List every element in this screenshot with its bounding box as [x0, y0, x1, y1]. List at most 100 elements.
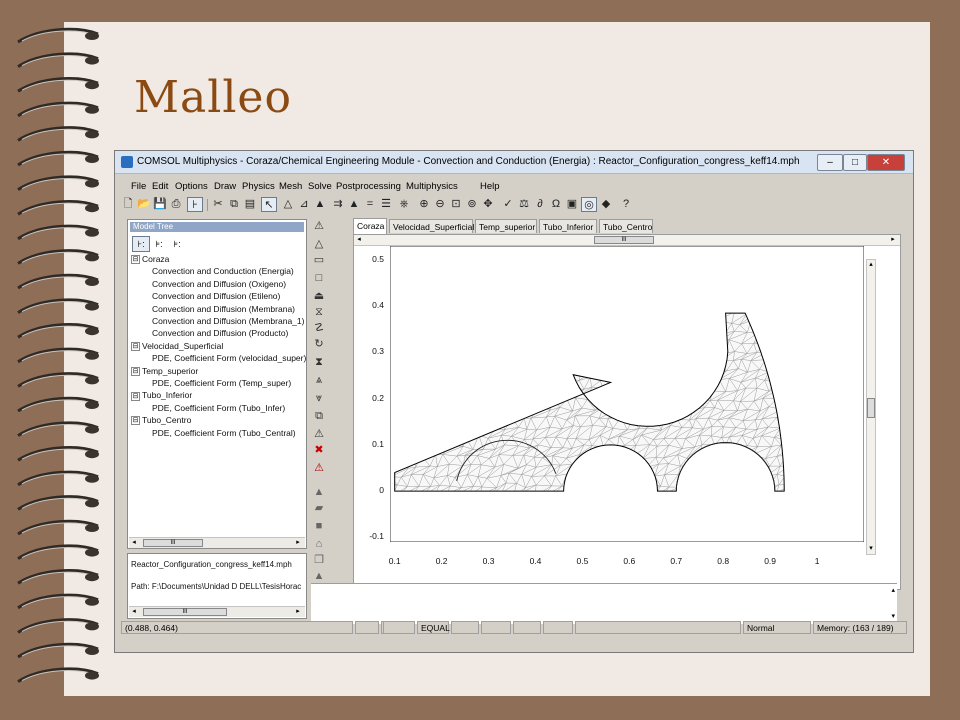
- solid-square-icon[interactable]: ■: [311, 519, 327, 533]
- tab-temp-superior[interactable]: Temp_superior: [475, 219, 537, 233]
- plot-settings-icon[interactable]: ◆: [599, 197, 613, 212]
- rectangle-icon[interactable]: □: [311, 271, 327, 285]
- menu-solve[interactable]: Solve: [308, 181, 332, 192]
- scroll-down-arrow-icon[interactable]: ▾: [891, 612, 895, 620]
- menu-multiphysics[interactable]: Multiphysics: [406, 181, 458, 192]
- scroll-left-arrow-icon[interactable]: ◂: [129, 538, 139, 548]
- help-icon[interactable]: ?: [619, 197, 633, 212]
- solve-mode-icon[interactable]: =: [363, 197, 377, 212]
- draw-mode-icon[interactable]: △: [281, 197, 295, 212]
- status-cell[interactable]: [355, 621, 379, 634]
- equal-mode-toggle[interactable]: EQUAL: [417, 621, 450, 634]
- difference-icon[interactable]: ⩔: [311, 391, 327, 405]
- zoom-extents-icon[interactable]: ⊚: [465, 197, 479, 212]
- menu-mesh[interactable]: Mesh: [279, 181, 302, 192]
- curve-icon[interactable]: ☡: [311, 321, 327, 335]
- tab-coraza[interactable]: Coraza: [353, 218, 387, 234]
- menu-edit[interactable]: Edit: [152, 181, 168, 192]
- tree-item[interactable]: Convection and Diffusion (Producto): [152, 328, 288, 338]
- tab-tubo-inferior[interactable]: Tubo_Inferior: [539, 219, 597, 233]
- tree-item[interactable]: Convection and Diffusion (Oxigeno): [152, 279, 286, 289]
- tree-item[interactable]: PDE, Coefficient Form (velocidad_super): [152, 353, 306, 363]
- window-titlebar[interactable]: COMSOL Multiphysics - Coraza/Chemical En…: [115, 151, 913, 174]
- info-horizontal-scrollbar[interactable]: ◂ III ▸: [129, 606, 305, 617]
- collapse-toggle-icon[interactable]: ⊟: [131, 255, 140, 265]
- plot-icon[interactable]: ⎈: [397, 197, 411, 212]
- polygon-icon[interactable]: ▭: [311, 253, 327, 267]
- tree-horizontal-scrollbar[interactable]: ◂ III ▸: [129, 537, 305, 548]
- zoom-window-icon[interactable]: ⊡: [449, 197, 463, 212]
- solid-triangle-icon[interactable]: ▲: [311, 485, 327, 499]
- open-folder-icon[interactable]: 📂: [137, 197, 151, 212]
- tree-item[interactable]: Convection and Diffusion (Membrana_1): [152, 316, 304, 326]
- plot-vertical-scrollbar[interactable]: ▴ ▾: [866, 259, 876, 555]
- model-tree-icon[interactable]: ⊦: [187, 197, 203, 212]
- graphics-settings-icon[interactable]: ◎: [581, 197, 597, 212]
- status-cell[interactable]: [543, 621, 573, 634]
- scroll-up-arrow-icon[interactable]: ▴: [891, 586, 895, 594]
- collapse-toggle-icon[interactable]: ⊟: [131, 342, 140, 352]
- mirror-icon[interactable]: ⧗: [311, 355, 327, 369]
- warning-icon[interactable]: ⚠: [311, 461, 327, 475]
- scroll-left-arrow-icon[interactable]: ◂: [354, 235, 364, 245]
- subdomain-mode-icon[interactable]: ⇉: [331, 197, 345, 212]
- tree-item[interactable]: Convection and Diffusion (Membrana): [152, 304, 295, 314]
- mesh-mode-icon[interactable]: ▲: [347, 197, 361, 212]
- minimize-button[interactable]: –: [817, 154, 843, 171]
- tree-item[interactable]: PDE, Coefficient Form (Tubo_Infer): [152, 403, 285, 413]
- close-button[interactable]: ✕: [867, 154, 905, 171]
- tree-group[interactable]: ⊟ Coraza: [131, 254, 169, 265]
- message-log[interactable]: ▴ ▾: [311, 583, 897, 624]
- copy-icon[interactable]: ⧉: [227, 197, 241, 212]
- collapse-toggle-icon[interactable]: ⊟: [131, 391, 140, 401]
- solid-triangle-2-icon[interactable]: ▲: [311, 569, 327, 583]
- triangle-icon[interactable]: △: [311, 237, 327, 251]
- menu-physics[interactable]: Physics: [242, 181, 275, 192]
- tab-velocidad-superficial[interactable]: Velocidad_Superficial: [389, 219, 474, 233]
- post-mode-icon[interactable]: ☰: [379, 197, 393, 212]
- solid-home-icon[interactable]: ⌂: [311, 537, 327, 551]
- scroll-thumb[interactable]: III: [143, 539, 203, 547]
- menu-postprocessing[interactable]: Postprocessing: [336, 181, 401, 192]
- scroll-thumb[interactable]: III: [594, 236, 654, 244]
- plot-horizontal-scrollbar[interactable]: ◂ III ▸: [354, 235, 900, 246]
- scroll-right-arrow-icon[interactable]: ▸: [293, 607, 303, 617]
- tree-group[interactable]: ⊟ Velocidad_Superficial: [131, 341, 223, 352]
- union-icon[interactable]: ⩓: [311, 373, 327, 387]
- tree-view-button-3[interactable]: ⊧:: [168, 236, 186, 252]
- tree-group[interactable]: ⊟ Tubo_Centro: [131, 415, 191, 426]
- omega-icon[interactable]: Ω: [549, 197, 563, 212]
- split-icon[interactable]: ⧉: [311, 409, 327, 423]
- refine-icon[interactable]: ✓: [501, 197, 515, 212]
- status-cell[interactable]: [513, 621, 541, 634]
- scroll-right-arrow-icon[interactable]: ▸: [293, 538, 303, 548]
- tree-item[interactable]: Convection and Diffusion (Etileno): [152, 291, 280, 301]
- move-icon[interactable]: ✥: [481, 197, 495, 212]
- delete-icon[interactable]: ✖: [311, 443, 327, 457]
- paste-icon[interactable]: ▤: [243, 197, 257, 212]
- scroll-thumb[interactable]: III: [143, 608, 227, 616]
- pde-icon[interactable]: ∂: [533, 197, 547, 212]
- tree-item[interactable]: PDE, Coefficient Form (Temp_super): [152, 378, 291, 388]
- tab-tubo-centro[interactable]: Tubo_Centro: [599, 219, 653, 233]
- extrude-icon[interactable]: ⏏: [311, 289, 327, 303]
- tree-group[interactable]: ⊟ Tubo_Inferior: [131, 390, 192, 401]
- rotate-icon[interactable]: ↻: [311, 337, 327, 351]
- save-icon[interactable]: 💾: [153, 197, 167, 212]
- hourglass-icon[interactable]: ⧖: [311, 305, 327, 319]
- tree-view-button-1[interactable]: ⊦:: [132, 236, 150, 252]
- collapse-toggle-icon[interactable]: ⊟: [131, 366, 140, 376]
- maximize-button[interactable]: □: [843, 154, 867, 171]
- scroll-left-arrow-icon[interactable]: ◂: [129, 607, 139, 617]
- print-icon[interactable]: ⎙: [169, 197, 183, 212]
- subdomain-settings-icon[interactable]: ▣: [565, 197, 579, 212]
- tree-group[interactable]: ⊟ Temp_superior: [131, 366, 198, 376]
- intersect-icon[interactable]: ⚠: [311, 427, 327, 441]
- mesh-plot[interactable]: [390, 246, 864, 542]
- point-mode-icon[interactable]: ⊿: [297, 197, 311, 212]
- status-cell[interactable]: [383, 621, 415, 634]
- draw-object-icon[interactable]: ⚠: [311, 219, 327, 233]
- menu-draw[interactable]: Draw: [214, 181, 236, 192]
- solid-copy-icon[interactable]: ❐: [311, 553, 327, 567]
- pointer-icon[interactable]: ↖: [261, 197, 277, 212]
